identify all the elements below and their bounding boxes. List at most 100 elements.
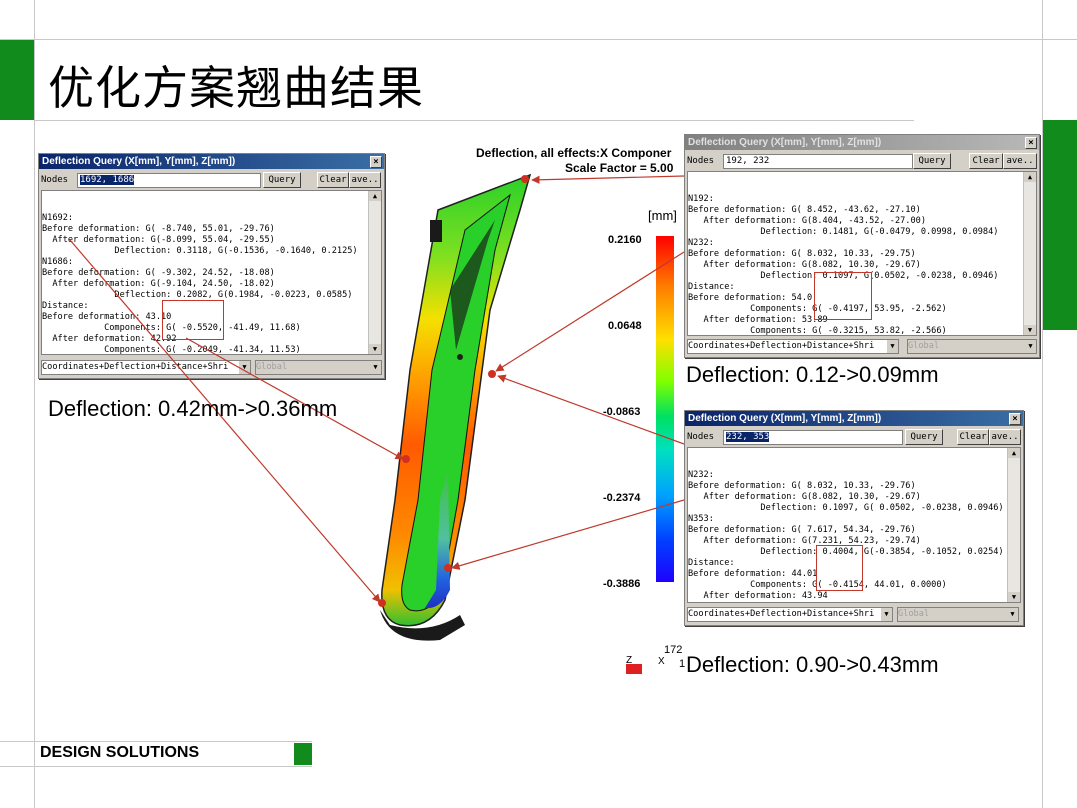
- save-button[interactable]: ave..: [989, 429, 1021, 445]
- deflection-query-dialog-right-bottom[interactable]: Deflection Query (X[mm], Y[mm], Z[mm]) × …: [684, 410, 1024, 626]
- scroll-down-icon[interactable]: ▼: [369, 344, 381, 354]
- chevron-down-icon[interactable]: ▼: [887, 340, 898, 353]
- chevron-down-icon[interactable]: ▼: [370, 361, 381, 374]
- part-tab: [430, 220, 442, 242]
- nodes-input[interactable]: 1692, 1686: [77, 173, 261, 188]
- dialog-titlebar[interactable]: Deflection Query (X[mm], Y[mm], Z[mm]) ×: [685, 411, 1023, 426]
- result-line: Deflection: 0.1097, G( 0.0502, -0.0238, …: [688, 503, 1004, 513]
- result-line: Deflection: 0.1481, G(-0.0479, 0.0998, 0…: [688, 227, 999, 237]
- result-line: N192:: [688, 194, 714, 204]
- display-mode-select[interactable]: Coordinates+Deflection+Distance+Shri ▼: [687, 339, 899, 354]
- result-line: N1686:: [42, 257, 74, 267]
- legend-value-1: 0.2160: [608, 234, 642, 246]
- legend-unit: [mm]: [648, 208, 677, 223]
- deflection-query-dialog-left[interactable]: Deflection Query (X[mm], Y[mm], Z[mm]) × …: [38, 153, 385, 379]
- footer-label: DESIGN SOLUTIONS: [40, 744, 200, 761]
- display-mode-value: Coordinates+Deflection+Distance+Shri: [42, 362, 229, 372]
- deflection-query-dialog-right-top[interactable]: Deflection Query (X[mm], Y[mm], Z[mm]) × …: [684, 134, 1040, 358]
- nodes-value: 232, 353: [726, 432, 770, 442]
- scrollbar[interactable]: ▲ ▼: [1007, 448, 1020, 602]
- right-green-bar: [1043, 120, 1077, 330]
- coordinate-system-select[interactable]: Global ▼: [897, 607, 1019, 622]
- result-line: After deformation: 43.94: [688, 591, 828, 601]
- query-button[interactable]: Query: [905, 429, 943, 445]
- scroll-up-icon[interactable]: ▲: [1008, 448, 1020, 458]
- query-button[interactable]: Query: [913, 153, 951, 169]
- chevron-down-icon[interactable]: ▼: [881, 608, 892, 621]
- result-line: N232:: [688, 238, 714, 248]
- display-mode-select[interactable]: Coordinates+Deflection+Distance+Shri ▼: [41, 360, 251, 375]
- plot-scale-factor: Scale Factor = 5.00: [565, 161, 674, 175]
- coordinate-system-select[interactable]: Global ▼: [255, 360, 382, 375]
- probe-point-bottom: [378, 599, 386, 607]
- result-line: Before deformation: G( 8.032, 10.33, -29…: [688, 481, 916, 491]
- result-line: Deflection: 0.3118, G(-0.1536, -0.1640, …: [42, 246, 358, 256]
- scrollbar[interactable]: ▲ ▼: [1023, 172, 1036, 335]
- scroll-down-icon[interactable]: ▼: [1008, 592, 1020, 602]
- result-line: Before deformation: G( -8.740, 55.01, -2…: [42, 224, 275, 234]
- title-separator: [0, 39, 1077, 40]
- legend-value-4: -0.2374: [603, 492, 641, 504]
- clear-button[interactable]: Clear: [969, 153, 1003, 169]
- result-line: After deformation: G(-8.099, 55.04, -29.…: [42, 235, 275, 245]
- caption-right-bottom: Deflection: 0.90->0.43mm: [686, 652, 939, 677]
- part-hole: [457, 354, 463, 360]
- result-line: After deformation: G(8.404, -43.52, -27.…: [688, 216, 926, 226]
- result-line: Components: G( -0.8510, 43.93, -0.0682): [688, 602, 1020, 603]
- result-line: After deformation: G(8.082, 10.30, -29.6…: [688, 260, 921, 270]
- nodes-input[interactable]: 192, 232: [723, 154, 913, 169]
- chevron-down-icon[interactable]: ▼: [1007, 608, 1018, 621]
- title-underline: [34, 120, 914, 121]
- result-line: Components: G( -0.2049, -41.34, 11.53): [42, 345, 301, 355]
- save-button[interactable]: ave..: [1003, 153, 1037, 169]
- close-icon[interactable]: ×: [1025, 137, 1037, 149]
- coordinate-system-value: Global: [908, 341, 940, 351]
- dialog-title: Deflection Query (X[mm], Y[mm], Z[mm]): [688, 137, 882, 148]
- chevron-down-icon[interactable]: ▼: [239, 361, 250, 374]
- dialog-titlebar[interactable]: Deflection Query (X[mm], Y[mm], Z[mm]) ×: [39, 154, 384, 169]
- part-deflection-plot: [380, 173, 532, 641]
- result-line: Before deformation: G( 8.452, -43.62, -2…: [688, 205, 921, 215]
- probe-point-top: [521, 175, 529, 183]
- nodes-row: Nodes 1692, 1686 Query Clear ave..: [41, 172, 382, 189]
- axis-label-one: 1: [679, 658, 686, 670]
- display-mode-select[interactable]: Coordinates+Deflection+Distance+Shri ▼: [687, 607, 893, 622]
- result-line: Before deformation: G( -9.302, 24.52, -1…: [42, 268, 275, 278]
- caption-right-top: Deflection: 0.12->0.09mm: [686, 362, 939, 387]
- result-line: Before deformation: G( 8.032, 10.33, -29…: [688, 249, 916, 259]
- nodes-row: Nodes 232, 353 Query Clear ave..: [687, 429, 1021, 446]
- nodes-label: Nodes: [687, 432, 715, 442]
- query-button[interactable]: Query: [263, 172, 301, 188]
- save-button[interactable]: ave..: [349, 172, 381, 188]
- title-green-bar: [0, 40, 34, 120]
- nodes-label: Nodes: [41, 175, 69, 185]
- nodes-value: 1692, 1686: [80, 175, 135, 185]
- scroll-up-icon[interactable]: ▲: [1024, 172, 1036, 182]
- left-margin-line: [34, 0, 35, 808]
- plot-heading: Deflection, all effects:X Componer: [476, 146, 672, 160]
- axis-label-top: 172: [664, 644, 683, 656]
- coordinate-system-value: Global: [898, 609, 930, 619]
- nodes-input[interactable]: 232, 353: [723, 430, 903, 445]
- nodes-row: Nodes 192, 232 Query Clear ave..: [687, 153, 1037, 170]
- highlight-box-right-bottom: [816, 545, 863, 591]
- coordinate-system-select[interactable]: Global ▼: [907, 339, 1037, 354]
- result-line: After deformation: G(-9.104, 24.50, -18.…: [42, 279, 275, 289]
- nodes-label: Nodes: [687, 156, 715, 166]
- clear-button[interactable]: Clear: [957, 429, 989, 445]
- scroll-up-icon[interactable]: ▲: [369, 191, 381, 201]
- chevron-down-icon[interactable]: ▼: [1025, 340, 1036, 353]
- highlight-box-right-top: [814, 272, 872, 320]
- dialog-title: Deflection Query (X[mm], Y[mm], Z[mm]): [42, 156, 236, 167]
- close-icon[interactable]: ×: [370, 156, 382, 168]
- scrollbar[interactable]: ▲ ▼: [368, 191, 381, 354]
- nodes-value: 192, 232: [726, 156, 770, 166]
- footer-line-top: [0, 741, 312, 742]
- close-icon[interactable]: ×: [1009, 413, 1021, 425]
- clear-button[interactable]: Clear: [317, 172, 349, 188]
- footer-green-square: [294, 743, 312, 765]
- scroll-down-icon[interactable]: ▼: [1024, 325, 1036, 335]
- dialog-titlebar[interactable]: Deflection Query (X[mm], Y[mm], Z[mm]) ×: [685, 135, 1039, 150]
- display-mode-value: Coordinates+Deflection+Distance+Shri: [688, 609, 875, 619]
- caption-left: Deflection: 0.42mm->0.36mm: [48, 396, 338, 421]
